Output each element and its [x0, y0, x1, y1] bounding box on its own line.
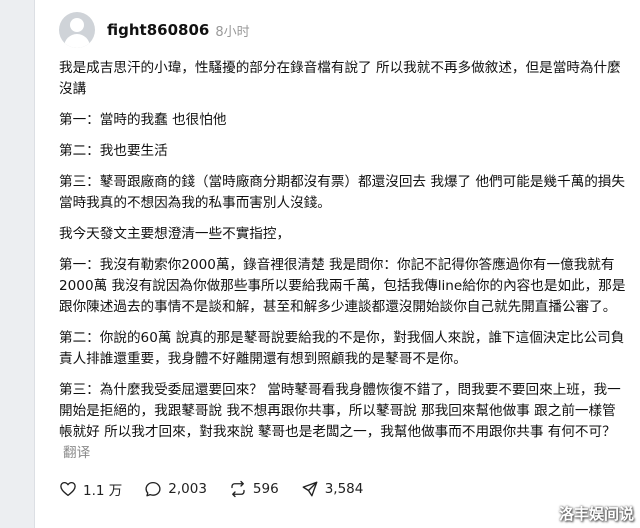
paragraph: 第一：當時的我蠢 也很怕他: [59, 112, 227, 128]
repost-count: 596: [252, 481, 279, 497]
paragraph: 我今天發文主要想澄清一些不實指控，: [59, 226, 291, 242]
avatar-body: [64, 34, 90, 48]
repost-icon: [231, 480, 245, 498]
send-icon: [302, 481, 318, 497]
paragraph: 第一：我沒有勒索你2000萬，錄音裡很清楚 我是問你：你記不記得你答應過你有一億…: [59, 257, 626, 315]
comment-button[interactable]: 2,003: [144, 480, 207, 498]
like-button[interactable]: 1.1 万: [59, 479, 122, 499]
share-count: 3,584: [324, 481, 364, 497]
paragraph: 第三：鼕哥跟廠商的錢（當時廠商分期都沒有票）都還沒回去 我爆了 他們可能是幾千萬…: [59, 174, 625, 211]
like-count: 1.1 万: [83, 483, 123, 499]
watermark: 洛丰娱间说: [558, 505, 634, 523]
heart-icon: [60, 481, 76, 497]
post-content: 我是成吉思汗的小瑋，性騷擾的部分在錄音檔有說了 所以我就不再多做敘述，但是當時為…: [59, 58, 629, 474]
paragraph: 第二：我也要生活: [59, 143, 168, 159]
comment-count: 2,003: [168, 481, 207, 497]
share-button[interactable]: 3,584: [301, 480, 364, 498]
paragraph-last: 第三：為什麼我受委屈還要回來？ 當時鼕哥看我身體恢復不錯了，問我要不要回來上班，…: [59, 380, 629, 464]
paragraph: 我是成吉思汗的小瑋，性騷擾的部分在錄音檔有說了 所以我就不再多做敘述，但是當時為…: [59, 60, 621, 97]
post-card: fight860806 8小时 我是成吉思汗的小瑋，性騷擾的部分在錄音檔有說了 …: [34, 0, 640, 528]
avatar[interactable]: [59, 12, 95, 48]
post-header: fight860806 8小时: [59, 12, 250, 48]
action-bar: 1.1 万 2,003 596 3,584: [59, 479, 385, 499]
paragraph: 第二：你說的60萬 說真的那是鼕哥說要給我的不是你，對我個人來說，誰下這個決定比…: [59, 330, 625, 367]
post-time: 8小时: [215, 24, 250, 40]
repost-button[interactable]: 596: [229, 480, 279, 498]
comment-icon: [145, 481, 161, 497]
translate-link[interactable]: 翻译: [63, 445, 90, 461]
avatar-head: [70, 18, 84, 32]
paragraph-text: 第三：為什麼我受委屈還要回來？ 當時鼕哥看我身體恢復不錯了，問我要不要回來上班，…: [59, 382, 621, 440]
username[interactable]: fight860806: [107, 21, 209, 39]
